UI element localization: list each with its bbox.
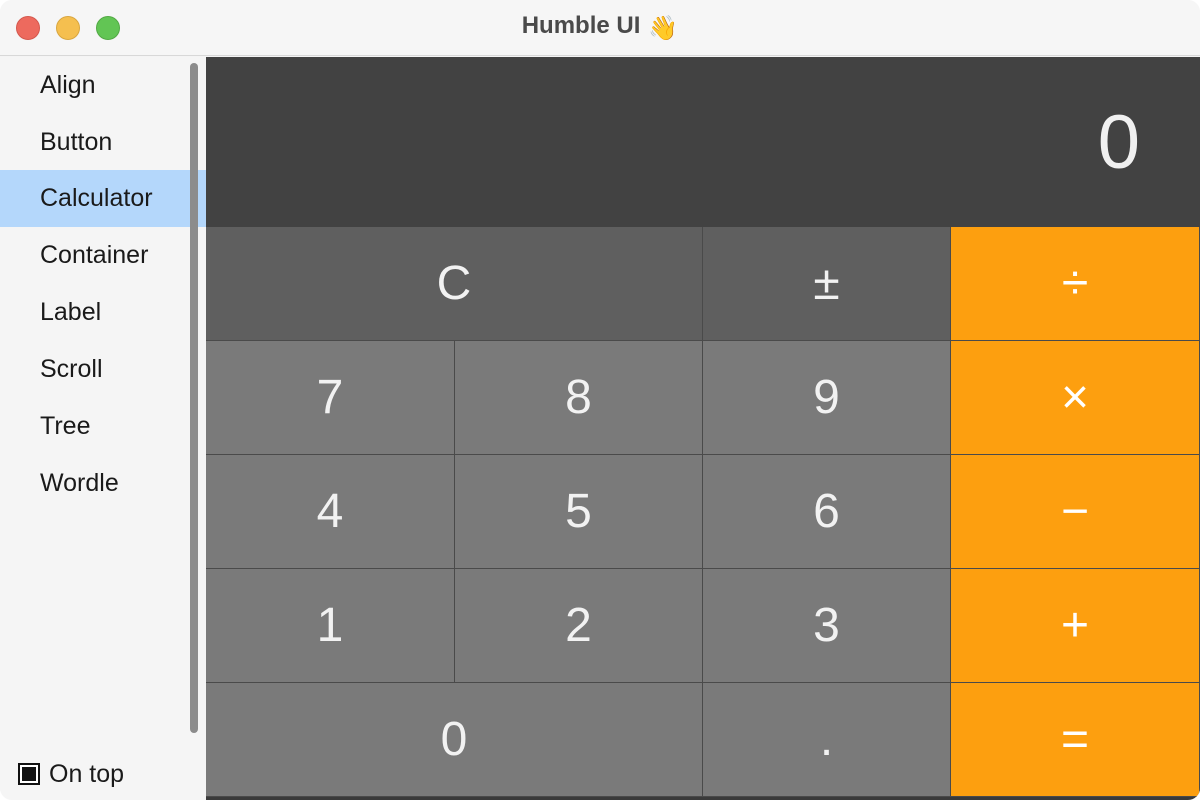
plus-button[interactable]: + — [951, 569, 1200, 683]
sidebar-item-label[interactable]: Label — [0, 284, 206, 341]
sidebar-item-calculator[interactable]: Calculator — [0, 170, 206, 227]
equals-button[interactable]: = — [951, 683, 1200, 797]
sidebar-scrollbar[interactable] — [190, 63, 198, 733]
plus-minus-button[interactable]: ± — [703, 227, 951, 341]
sidebar-item-align[interactable]: Align — [0, 57, 206, 114]
waving-hand-icon: 👋 — [648, 15, 679, 42]
window-title-text: Humble UI — [521, 12, 641, 39]
clear-button[interactable]: C — [206, 227, 703, 341]
calculator-display: 0 — [206, 57, 1200, 227]
digit-1-button[interactable]: 1 — [206, 569, 455, 683]
decimal-button[interactable]: . — [703, 683, 951, 797]
digit-3-button[interactable]: 3 — [703, 569, 951, 683]
digit-6-button[interactable]: 6 — [703, 455, 951, 569]
digit-9-button[interactable]: 9 — [703, 341, 951, 455]
digit-5-button[interactable]: 5 — [455, 455, 703, 569]
sidebar-item-tree[interactable]: Tree — [0, 398, 206, 455]
sidebar: Align Button Calculator Container Label … — [0, 57, 206, 800]
on-top-checkbox[interactable] — [18, 763, 40, 785]
digit-7-button[interactable]: 7 — [206, 341, 455, 455]
multiply-button[interactable]: × — [951, 341, 1200, 455]
minus-button[interactable]: − — [951, 455, 1200, 569]
window-title: Humble UI 👋 — [0, 12, 1200, 43]
on-top-label: On top — [49, 759, 125, 788]
sidebar-item-wordle[interactable]: Wordle — [0, 455, 206, 512]
digit-4-button[interactable]: 4 — [206, 455, 455, 569]
digit-8-button[interactable]: 8 — [455, 341, 703, 455]
divide-button[interactable]: ÷ — [951, 227, 1200, 341]
sidebar-item-button[interactable]: Button — [0, 114, 206, 171]
sidebar-item-container[interactable]: Container — [0, 227, 206, 284]
title-bar[interactable]: Humble UI 👋 — [0, 0, 1200, 56]
digit-0-button[interactable]: 0 — [206, 683, 703, 797]
display-value: 0 — [1097, 100, 1140, 185]
checkbox-checked-icon — [22, 767, 36, 781]
sidebar-item-scroll[interactable]: Scroll — [0, 341, 206, 398]
calculator: 0 C ± ÷ 7 8 9 × 4 5 6 − 1 2 3 + 0 . = — [206, 57, 1200, 800]
app-window: Humble UI 👋 Align Button Calculator Conta… — [0, 0, 1200, 800]
on-top-toggle[interactable]: On top — [18, 759, 124, 789]
digit-2-button[interactable]: 2 — [455, 569, 703, 683]
